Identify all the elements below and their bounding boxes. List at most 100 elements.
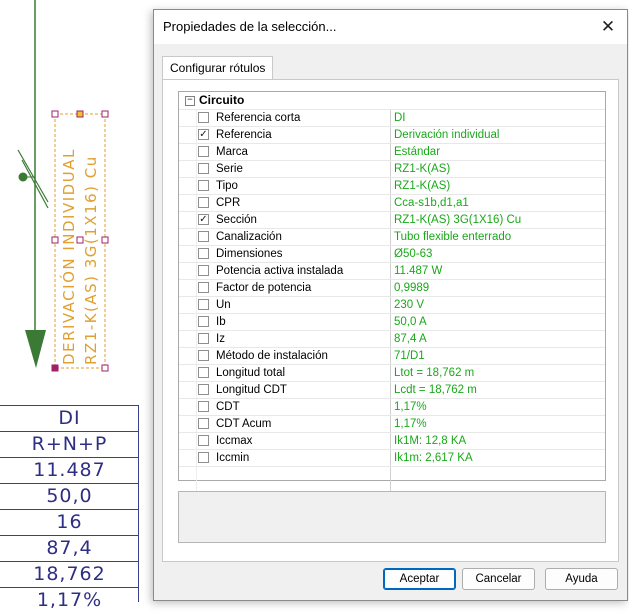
property-row[interactable]: CDT 1,17% [179, 398, 605, 415]
category-row-circuito[interactable]: − Circuito [179, 92, 605, 109]
close-icon[interactable]: ✕ [595, 14, 621, 40]
property-row[interactable]: CDT Acum 1,17% [179, 415, 605, 432]
property-value[interactable]: 230 V [394, 297, 424, 313]
property-name: Iz [216, 333, 225, 345]
property-value[interactable]: 50,0 A [394, 314, 427, 330]
property-checkbox[interactable] [198, 163, 209, 174]
property-row[interactable]: Longitud CDT Lcdt = 18,762 m [179, 381, 605, 398]
property-value[interactable]: DI [394, 110, 406, 126]
property-name: Iccmax [216, 435, 253, 447]
property-name: Serie [216, 163, 243, 175]
dialog-title: Propiedades de la selección... [163, 19, 337, 34]
cancel-button[interactable]: Cancelar [462, 568, 535, 590]
property-value[interactable]: Ltot = 18,762 m [394, 365, 474, 381]
property-row[interactable]: Iccmax Ik1M: 12,8 KA [179, 432, 605, 449]
property-value[interactable]: RZ1-K(AS) 3G(1X16) Cu [394, 212, 521, 228]
tab-configurar-rotulos[interactable]: Configurar rótulos [162, 56, 274, 80]
collapse-icon[interactable]: − [185, 96, 195, 106]
property-row[interactable]: Ib 50,0 A [179, 313, 605, 330]
property-name: Sección [216, 214, 257, 226]
property-value[interactable]: 87,4 A [394, 331, 427, 347]
accept-button[interactable]: Aceptar [383, 568, 456, 590]
property-grid[interactable]: − Circuito Referencia corta DI ✓ Referencia… [178, 91, 606, 494]
property-row[interactable]: Canalización Tubo flexible enterrado [179, 228, 605, 245]
property-row[interactable]: Iz 87,4 A [179, 330, 605, 347]
property-checkbox[interactable]: ✓ [198, 129, 209, 140]
property-name: Marca [216, 146, 248, 158]
property-value[interactable]: Derivación individual [394, 127, 499, 143]
property-row[interactable]: Método de instalación 71/D1 [179, 347, 605, 364]
property-value[interactable]: Ik1m: 2,617 KA [394, 450, 473, 466]
property-name: Un [216, 299, 231, 311]
property-row[interactable]: Un 230 V [179, 296, 605, 313]
property-name: Longitud total [216, 367, 286, 379]
description-panel [178, 491, 606, 543]
cad-table-cell: 50,0 [0, 483, 139, 509]
property-value[interactable]: 71/D1 [394, 348, 425, 364]
property-checkbox[interactable] [198, 299, 209, 310]
property-checkbox[interactable] [198, 248, 209, 259]
property-row[interactable]: ✓ Sección RZ1-K(AS) 3G(1X16) Cu [179, 211, 605, 228]
property-checkbox[interactable] [198, 231, 209, 242]
cad-table-cell: 1,17% [0, 587, 139, 613]
property-checkbox[interactable] [198, 146, 209, 157]
property-row[interactable]: Referencia corta DI [179, 109, 605, 126]
property-checkbox[interactable] [198, 180, 209, 191]
property-checkbox[interactable] [198, 418, 209, 429]
help-button[interactable]: Ayuda [545, 568, 618, 590]
category-label: Circuito [199, 93, 245, 107]
property-checkbox[interactable] [198, 401, 209, 412]
property-checkbox[interactable] [198, 316, 209, 327]
selection-properties-dialog: Propiedades de la selección... ✕ Configu… [153, 9, 628, 601]
property-checkbox[interactable] [198, 333, 209, 344]
property-checkbox[interactable] [198, 435, 209, 446]
property-checkbox[interactable]: ✓ [198, 214, 209, 225]
property-value[interactable]: 1,17% [394, 399, 427, 415]
dialog-titlebar[interactable]: Propiedades de la selección... ✕ [154, 10, 627, 44]
property-name: CDT Acum [216, 418, 272, 430]
property-row[interactable]: Tipo RZ1-K(AS) [179, 177, 605, 194]
property-row[interactable]: Factor de potencia 0,9989 [179, 279, 605, 296]
property-value[interactable]: 0,9989 [394, 280, 429, 296]
grid-row-separator [179, 466, 605, 467]
property-row[interactable]: ✓ Referencia Derivación individual [179, 126, 605, 143]
property-name: CPR [216, 197, 241, 209]
property-value[interactable]: 11.487 W [394, 263, 442, 279]
property-checkbox[interactable] [198, 197, 209, 208]
property-row[interactable]: Longitud total Ltot = 18,762 m [179, 364, 605, 381]
property-value[interactable]: Cca-s1b,d1,a1 [394, 195, 469, 211]
property-checkbox[interactable] [198, 350, 209, 361]
cad-table-cell: 11.487 [0, 457, 139, 483]
property-row[interactable]: Dimensiones Ø50-63 [179, 245, 605, 262]
property-row[interactable]: Serie RZ1-K(AS) [179, 160, 605, 177]
property-name: Potencia activa instalada [216, 265, 344, 277]
property-value[interactable]: RZ1-K(AS) [394, 178, 450, 194]
cad-table-cell: 16 [0, 509, 139, 535]
property-checkbox[interactable] [198, 112, 209, 123]
property-value[interactable]: Ik1M: 12,8 KA [394, 433, 466, 449]
property-checkbox[interactable] [198, 452, 209, 463]
property-value[interactable]: Tubo flexible enterrado [394, 229, 511, 245]
tab-bar: Configurar rótulos [154, 45, 627, 80]
property-value[interactable]: Ø50-63 [394, 246, 432, 262]
property-row[interactable]: Potencia activa instalada 11.487 W [179, 262, 605, 279]
cad-label-line1: DERIVACIÓN INDIVIDUAL [59, 148, 78, 365]
property-checkbox[interactable] [198, 282, 209, 293]
property-name: Factor de potencia [216, 282, 312, 294]
property-checkbox[interactable] [198, 384, 209, 395]
property-name: Dimensiones [216, 248, 283, 260]
property-name: Tipo [216, 180, 238, 192]
property-checkbox[interactable] [198, 367, 209, 378]
property-name: Referencia [216, 129, 272, 141]
property-row[interactable]: CPR Cca-s1b,d1,a1 [179, 194, 605, 211]
property-row[interactable]: Iccmin Ik1m: 2,617 KA [179, 449, 605, 466]
cad-table-cell: 87,4 [0, 535, 139, 561]
property-value[interactable]: 1,17% [394, 416, 427, 432]
property-value[interactable]: Lcdt = 18,762 m [394, 382, 477, 398]
property-row[interactable]: Marca Estándar [179, 143, 605, 160]
tab-panel: − Circuito Referencia corta DI ✓ Referencia… [162, 79, 619, 562]
property-value[interactable]: RZ1-K(AS) [394, 161, 450, 177]
property-checkbox[interactable] [198, 265, 209, 276]
cad-label-line2: RZ1-K(AS) 3G(1X16) Cu [82, 155, 100, 365]
property-value[interactable]: Estándar [394, 144, 440, 160]
